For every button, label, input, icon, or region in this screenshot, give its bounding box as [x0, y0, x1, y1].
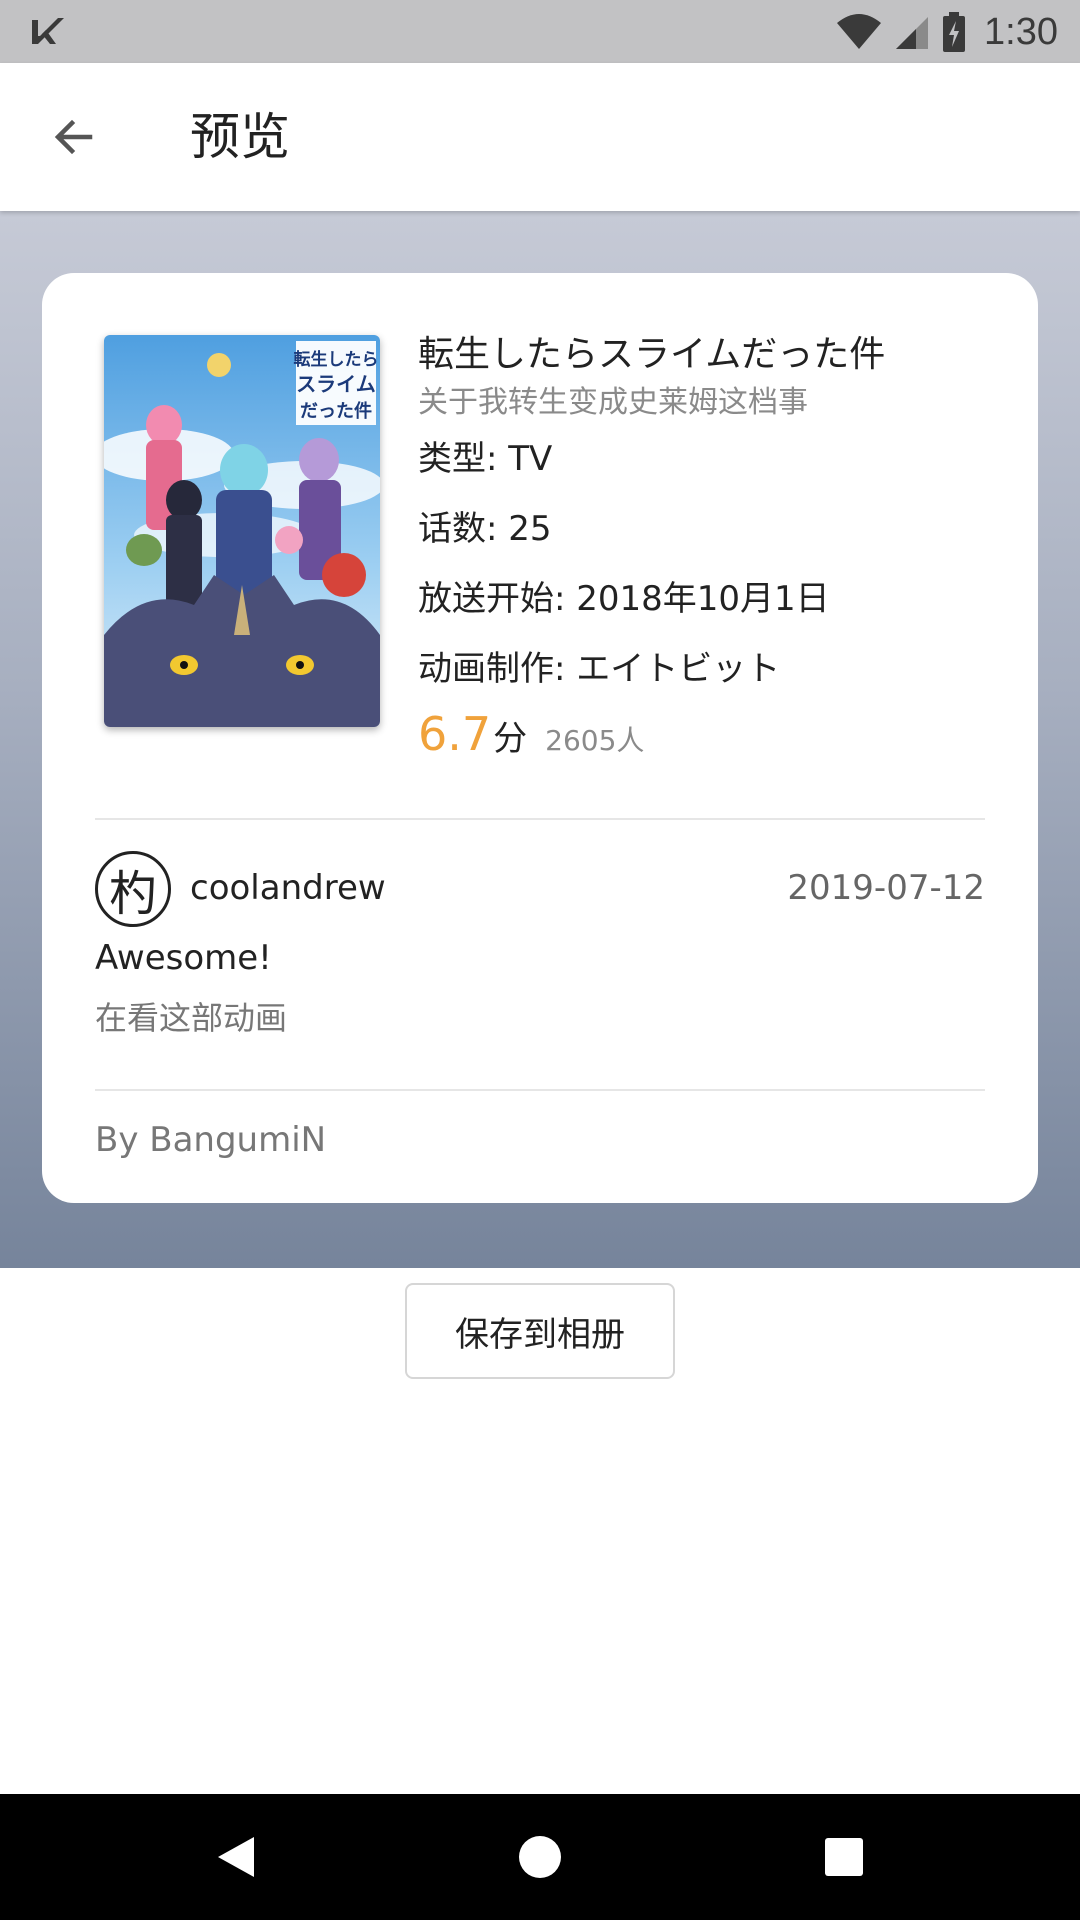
- share-card: 転生したら スライム だった件 転生したらスライムだった件 关于我转生变成史莱姆…: [42, 273, 1038, 1203]
- cover-title-line-3: だった件: [300, 400, 372, 422]
- status-time: 1:30: [984, 10, 1058, 53]
- anime-air-start: 放送开始: 2018年10月1日: [418, 579, 830, 619]
- score-value: 6.7: [418, 707, 492, 761]
- anime-title-jp: 転生したらスライムだった件: [418, 334, 886, 375]
- score-row: 6.7 分 2605人: [418, 707, 978, 761]
- anime-type: 类型: TV: [418, 439, 553, 479]
- status-bar: 1:30: [0, 0, 1080, 63]
- back-triangle-icon: [218, 1837, 254, 1877]
- review-date: 2019-07-12: [787, 868, 985, 908]
- username: coolandrew: [190, 868, 386, 908]
- wifi-icon: [837, 14, 882, 49]
- nav-recents-button[interactable]: [804, 1817, 884, 1897]
- divider: [95, 818, 985, 820]
- battery-charging-icon: [943, 12, 966, 52]
- home-circle-icon: [519, 1836, 561, 1878]
- review-comment: Awesome!: [95, 938, 272, 978]
- anime-episodes: 话数: 25: [418, 509, 552, 549]
- divider: [95, 1089, 985, 1091]
- rating-count: 2605人: [545, 724, 645, 757]
- avatar: 杓: [95, 851, 171, 927]
- signal-icon: [896, 17, 929, 49]
- cover-title-line-2: スライム: [296, 372, 376, 396]
- save-to-album-button[interactable]: 保存到相册: [405, 1283, 675, 1379]
- anime-info: 転生したらスライムだった件 关于我转生变成史莱姆这档事 类型: TV 话数: 2…: [418, 331, 978, 761]
- watch-status: 在看这部动画: [95, 999, 288, 1037]
- app-bar: 预览: [0, 63, 1080, 211]
- notification-check-icon: [32, 18, 64, 44]
- nav-home-button[interactable]: [500, 1817, 580, 1897]
- page-title: 预览: [190, 108, 290, 166]
- anime-studio: 动画制作: エイトビット: [418, 649, 781, 689]
- anime-cover-image: 転生したら スライム だった件: [104, 335, 380, 727]
- credit-text: By BangumiN: [95, 1120, 327, 1160]
- back-button[interactable]: [40, 103, 108, 171]
- cover-title-line-1: 転生したら: [294, 349, 379, 370]
- anime-title-cn: 关于我转生变成史莱姆这档事: [418, 385, 808, 420]
- preview-area: 転生したら スライム だった件 転生したらスライムだった件 关于我转生变成史莱姆…: [0, 211, 1080, 1268]
- status-icons: 1:30: [836, 8, 1058, 56]
- recents-square-icon: [825, 1838, 863, 1876]
- nav-back-button[interactable]: [196, 1817, 276, 1897]
- navigation-bar: [0, 1794, 1080, 1920]
- arrow-back-icon: [54, 119, 93, 155]
- score-unit: 分: [493, 719, 528, 759]
